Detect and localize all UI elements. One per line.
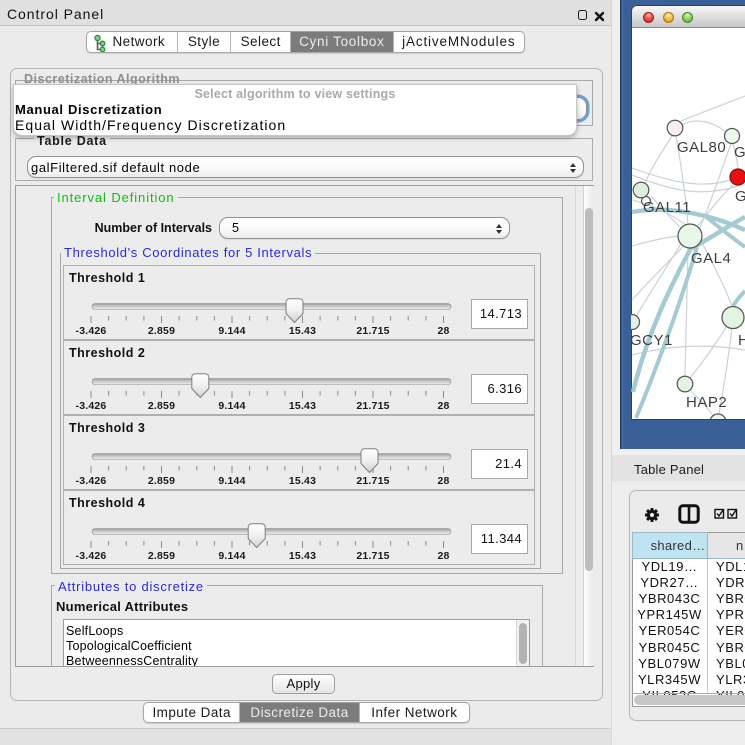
svg-text:GAL80: GAL80 (677, 139, 726, 156)
svg-text:HAP2: HAP2 (686, 394, 727, 411)
svg-text:28: 28 (437, 325, 449, 337)
svg-text:-3.426: -3.426 (76, 475, 107, 487)
svg-text:2.859: 2.859 (148, 550, 175, 562)
svg-text:28: 28 (437, 550, 449, 562)
svg-text:GCY1: GCY1 (631, 332, 673, 349)
svg-text:G: G (735, 188, 745, 205)
svg-text:15.43: 15.43 (289, 325, 316, 337)
svg-text:2.859: 2.859 (148, 475, 175, 487)
svg-text:15.43: 15.43 (289, 550, 316, 562)
svg-text:GA: GA (734, 144, 745, 161)
svg-text:9.144: 9.144 (218, 550, 245, 562)
svg-text:21.715: 21.715 (356, 400, 389, 412)
svg-text:28: 28 (437, 400, 449, 412)
svg-text:21.715: 21.715 (356, 325, 389, 337)
svg-text:9.144: 9.144 (218, 475, 245, 487)
svg-text:9.144: 9.144 (218, 400, 245, 412)
svg-text:21.715: 21.715 (356, 475, 389, 487)
svg-text:9.144: 9.144 (218, 325, 245, 337)
svg-text:2.859: 2.859 (148, 400, 175, 412)
svg-text:-3.426: -3.426 (76, 550, 107, 562)
svg-text:15.43: 15.43 (289, 400, 316, 412)
svg-text:2.859: 2.859 (148, 325, 175, 337)
svg-text:GAL4: GAL4 (691, 250, 731, 267)
svg-text:15.43: 15.43 (289, 475, 316, 487)
svg-text:GAL11: GAL11 (643, 199, 691, 216)
svg-text:28: 28 (437, 475, 449, 487)
svg-text:-3.426: -3.426 (76, 325, 107, 337)
svg-text:-3.426: -3.426 (76, 400, 107, 412)
svg-text:21.715: 21.715 (356, 550, 389, 562)
svg-text:H: H (738, 332, 745, 349)
